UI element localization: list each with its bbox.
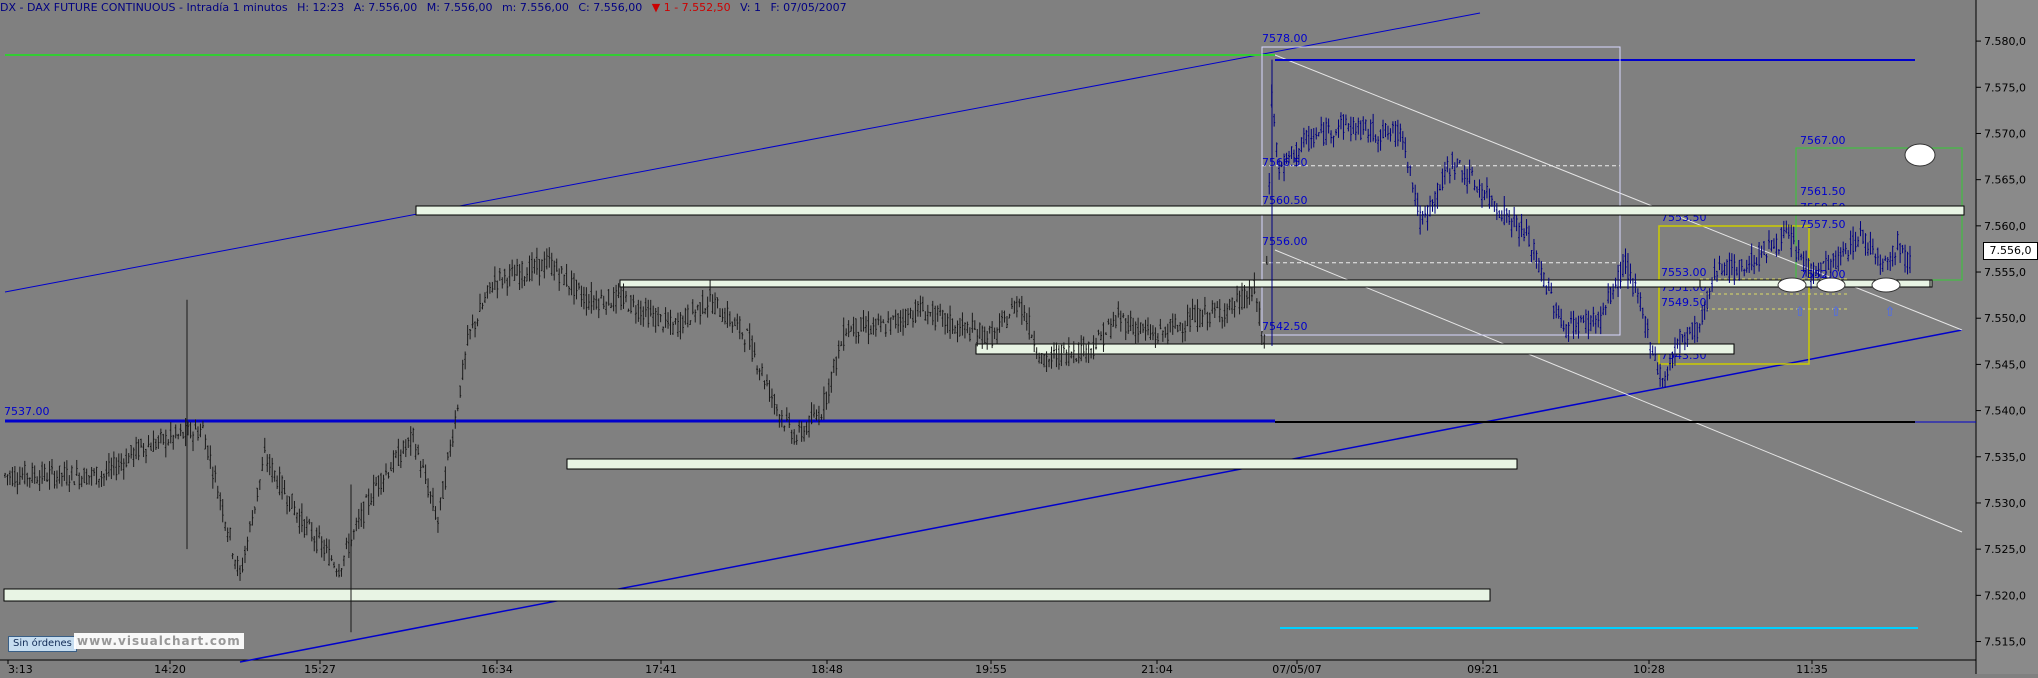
y-tick-label: 7.565,0 (1984, 174, 2026, 187)
y-tick-label: 7.535,0 (1984, 451, 2026, 464)
y-tick-label: 7.540,0 (1984, 405, 2026, 418)
level-label-7549: 7549.50 (1661, 296, 1707, 309)
chart-area[interactable]: 7.515,0 7.520,0 7.525,0 7.530,0 7.535,0 7.540… (0, 0, 2038, 676)
level-label-7566: 7566.50 (1262, 156, 1308, 169)
x-tick-label: 18:48 (811, 663, 843, 674)
header-time: H: 12:23 (297, 1, 345, 14)
y-tick-label: 7.520,0 (1984, 589, 2026, 602)
x-tick-label: 15:27 (304, 663, 336, 674)
header-date: F: 07/05/2007 (770, 1, 847, 14)
x-tick-label: 09:21 (1467, 663, 1499, 674)
buy-arrow-icon: ⇧ (1885, 305, 1896, 320)
y-tick-label: 7.580,0 (1984, 35, 2026, 48)
buy-arrow-icon: ⇧ (1831, 305, 1842, 320)
x-tick-label: 16:34 (481, 663, 513, 674)
y-tick-label: 7.550,0 (1984, 312, 2026, 325)
x-tick-label: 17:41 (645, 663, 677, 674)
level-label-7561: 7561.50 (1800, 185, 1846, 198)
level-label-open: 7578.00 (1262, 32, 1308, 45)
x-tick-label: 21:04 (1141, 663, 1173, 674)
header-close: C: 7.556,00 (578, 1, 643, 14)
x-tick-label: 10:28 (1633, 663, 1665, 674)
zone-7534 (566, 458, 1518, 470)
header-volume: V: 1 (740, 1, 761, 14)
signal-marker-ellipse (1816, 277, 1846, 293)
orders-status-button[interactable]: Sin órdenes (8, 636, 77, 652)
buy-arrow-icon: ⇧ (1795, 305, 1806, 320)
header-change: ▼ 1 - 7.552,50 (651, 1, 731, 14)
y-tick-label: 7.560,0 (1984, 220, 2026, 233)
level-label-7556: 7556.00 (1262, 235, 1308, 248)
target-marker-ellipse (1904, 143, 1936, 167)
y-tick-label: 7.545,0 (1984, 358, 2026, 371)
x-tick-label: 07/05/07 (1272, 663, 1321, 674)
zone-7542 (975, 343, 1735, 355)
level-label-7560: 7560.50 (1262, 194, 1308, 207)
price-chart[interactable]: 7.515,0 7.520,0 7.525,0 7.530,0 7.535,0 7.540… (0, 0, 2038, 676)
price-axis-panel (1976, 0, 2038, 674)
zone-7560 (415, 205, 1965, 216)
zone-7518 (3, 588, 1491, 602)
y-tick-label: 7.555,0 (1984, 266, 2026, 279)
signal-marker-ellipse (1871, 277, 1901, 293)
y-tick-label: 7.575,0 (1984, 81, 2026, 94)
level-label-7557: 7557.50 (1800, 218, 1846, 231)
last-price-label: 7.556,0 (1983, 242, 2038, 260)
x-tick-label: 19:55 (975, 663, 1007, 674)
level-label-7567: 7567.00 (1800, 134, 1846, 147)
x-tick-label: 14:20 (154, 663, 186, 674)
level-label-7553b: 7553.00 (1661, 266, 1707, 279)
y-tick-label: 7.515,0 (1984, 636, 2026, 649)
x-tick-label: 11:35 (1796, 663, 1828, 674)
header-symbol: DX - DAX FUTURE CONTINUOUS - Intradía 1 … (0, 1, 288, 14)
header-high: M: 7.556,00 (426, 1, 493, 14)
watermark-text: www.visualchart.com (74, 633, 244, 649)
header-low: m: 7.556,00 (501, 1, 569, 14)
signal-marker-ellipse (1777, 277, 1807, 293)
header-open: A: 7.556,00 (353, 1, 418, 14)
level-label-7537: 7537.00 (4, 405, 50, 418)
y-tick-label: 7.570,0 (1984, 127, 2026, 140)
y-tick-label: 7.525,0 (1984, 543, 2026, 556)
level-label-7542: 7542.50 (1262, 320, 1308, 333)
y-tick-label: 7.530,0 (1984, 497, 2026, 510)
instrument-header: DX - DAX FUTURE CONTINUOUS - Intradía 1 … (0, 0, 1975, 16)
x-tick-label: 3:13 (8, 663, 33, 674)
